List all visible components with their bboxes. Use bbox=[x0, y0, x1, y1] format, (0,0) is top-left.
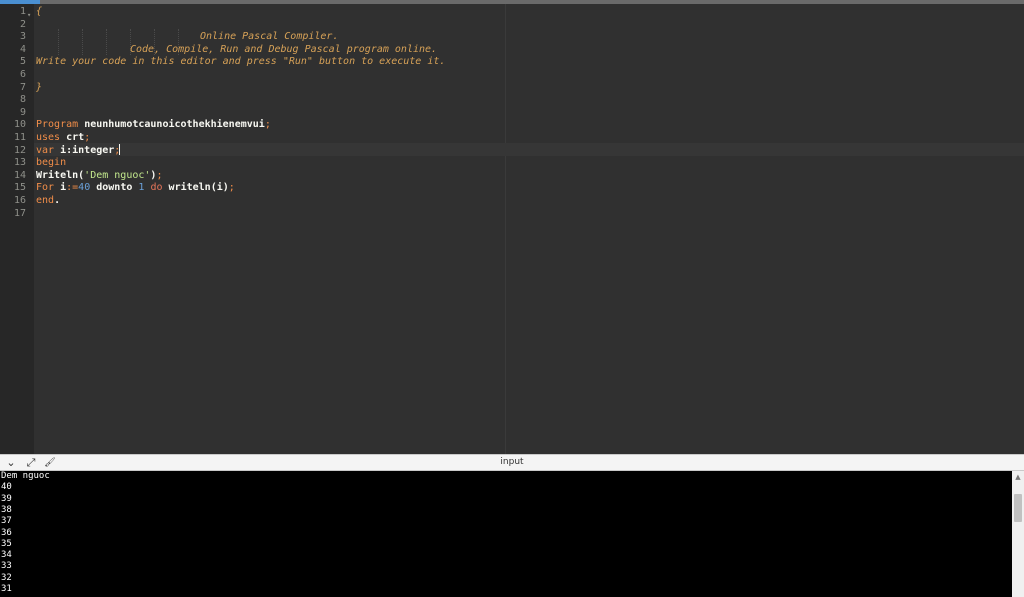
code-line-15: For i:=40 downto 1 do writeln(i); bbox=[36, 182, 235, 195]
code-line-16: end. bbox=[36, 195, 60, 208]
console-line: 32 bbox=[1, 572, 12, 583]
code-line-5: Write your code in this editor and press… bbox=[36, 56, 445, 69]
indent-guide bbox=[82, 29, 84, 55]
console-line: 39 bbox=[1, 493, 12, 504]
console-line: 35 bbox=[1, 538, 12, 549]
semicolon: ; bbox=[264, 119, 271, 131]
line-number: 5 bbox=[19, 56, 26, 68]
scroll-up-arrow-icon[interactable]: ▲ bbox=[1014, 473, 1022, 481]
line-number-gutter: 1 ▾ 2 3 4 5 6 7 8 9 10 11 12 13 14 15 16… bbox=[0, 4, 34, 454]
scrollbar-thumb[interactable] bbox=[1014, 494, 1022, 522]
comment-close: } bbox=[36, 81, 43, 93]
line-number: 16 bbox=[13, 195, 26, 206]
assign-op: := bbox=[66, 182, 79, 194]
program-name: neunhumotcaunoicothekhienemvui bbox=[84, 119, 265, 131]
console-scrollbar[interactable] bbox=[1012, 471, 1024, 597]
line-number: 9 bbox=[19, 106, 26, 118]
downto-keyword: downto bbox=[96, 182, 133, 194]
console-line: 37 bbox=[1, 516, 12, 527]
code-line-11: uses crt; bbox=[36, 132, 90, 145]
line-number: 2 bbox=[19, 18, 26, 30]
unit-name: crt bbox=[66, 132, 85, 143]
line-number: 1 bbox=[19, 6, 26, 17]
keyword: For bbox=[36, 182, 55, 194]
end-value: 1 bbox=[138, 182, 145, 194]
line-number: 4 bbox=[19, 43, 26, 55]
console-line: Dem nguoc bbox=[1, 471, 50, 481]
keyword: begin bbox=[36, 157, 67, 169]
code-line-7: } bbox=[36, 82, 42, 95]
keyword: end bbox=[36, 195, 55, 206]
code-editor[interactable]: 1 ▾ 2 3 4 5 6 7 8 9 10 11 12 13 14 15 16… bbox=[0, 4, 1024, 454]
console-line: 33 bbox=[1, 561, 12, 572]
indent-guide bbox=[106, 29, 108, 55]
console-output[interactable]: Dem nguoc 40 39 38 37 36 35 34 33 32 31 bbox=[0, 471, 1012, 597]
semicolon: ; bbox=[156, 169, 163, 181]
start-value: 40 bbox=[78, 182, 91, 194]
console-line: 36 bbox=[1, 527, 12, 538]
keyword: Program bbox=[36, 119, 79, 131]
active-line-highlight bbox=[34, 143, 1024, 156]
semicolon: ; bbox=[84, 132, 91, 143]
line-number: 17 bbox=[13, 207, 26, 219]
line-number: 3 bbox=[19, 31, 26, 43]
panel-title: input bbox=[500, 457, 524, 467]
line-number: 6 bbox=[19, 69, 26, 80]
text-cursor bbox=[119, 144, 120, 155]
line-number: 10 bbox=[13, 119, 26, 131]
console-line: 38 bbox=[1, 504, 12, 515]
comment-text: Code, Compile, Run and Debug Pascal prog… bbox=[130, 43, 438, 55]
var-declaration: i:integer bbox=[60, 144, 115, 156]
period: . bbox=[54, 195, 61, 206]
keyword: var bbox=[36, 144, 55, 156]
line-number: 12 bbox=[13, 144, 26, 156]
do-keyword: do bbox=[150, 182, 163, 194]
keyword: uses bbox=[36, 132, 61, 143]
indent-guide bbox=[58, 29, 60, 55]
line-number: 14 bbox=[13, 169, 26, 181]
console-line: 40 bbox=[1, 482, 12, 493]
comment-text: Online Pascal Compiler. bbox=[200, 31, 339, 43]
code-line-3: Online Pascal Compiler. bbox=[200, 31, 338, 44]
fold-arrow-icon[interactable]: ▾ bbox=[27, 11, 31, 19]
code-line-1: { bbox=[36, 6, 42, 19]
code-line-13: begin bbox=[36, 157, 66, 170]
code-line-14: Writeln('Dem nguoc'); bbox=[36, 170, 162, 183]
code-line-10: Program neunhumotcaunoicothekhienemvui; bbox=[36, 119, 271, 132]
function-call: Writeln( bbox=[36, 169, 85, 181]
line-number: 7 bbox=[19, 81, 26, 93]
line-number: 8 bbox=[19, 94, 26, 106]
line-number: 13 bbox=[13, 157, 26, 169]
comment-open: { bbox=[36, 6, 43, 17]
function-call: writeln(i) bbox=[168, 182, 229, 194]
code-line-4: Code, Compile, Run and Debug Pascal prog… bbox=[130, 44, 437, 57]
semicolon: ; bbox=[228, 182, 235, 194]
console-line: 34 bbox=[1, 550, 12, 561]
print-margin bbox=[505, 4, 506, 454]
line-number: 11 bbox=[13, 132, 26, 143]
line-number: 15 bbox=[13, 182, 26, 194]
code-line-12: var i:integer; bbox=[36, 145, 120, 158]
console-line: 31 bbox=[1, 584, 12, 594]
string-literal: 'Dem nguoc' bbox=[84, 169, 151, 181]
io-panel-header: ⌄ ⤢ 🖌 input bbox=[0, 454, 1024, 471]
comment-text: Write your code in this editor and press… bbox=[36, 56, 446, 68]
